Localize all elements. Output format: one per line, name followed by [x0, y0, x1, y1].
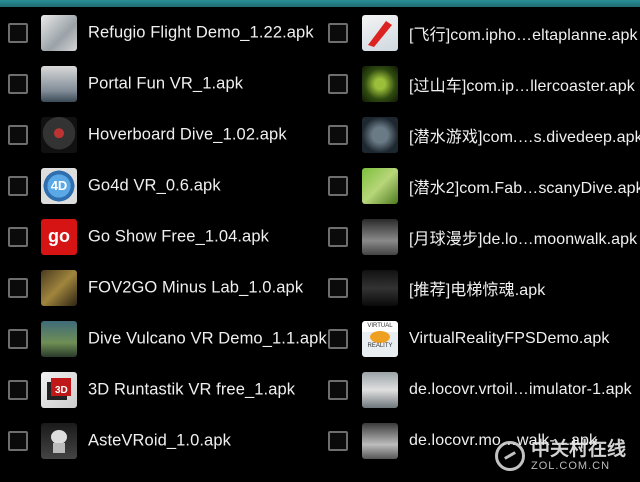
list-item[interactable]: go Go Show Free_1.04.apk — [0, 211, 320, 262]
fov2go-app-icon — [41, 269, 77, 306]
list-item[interactable]: AsteVRoid_1.0.apk — [0, 415, 320, 466]
select-checkbox[interactable] — [8, 379, 28, 400]
vrfps-app-icon: VIRTUAL REALITY — [362, 320, 398, 357]
svg-text:3D: 3D — [55, 385, 68, 396]
list-item[interactable]: [潜水游戏]com.…s.divedeep.apk — [320, 109, 640, 160]
go4d-icon-text: 4D — [50, 178, 68, 193]
moonwalk-app-icon — [362, 218, 398, 255]
list-item[interactable]: Portal Fun VR_1.apk — [0, 58, 320, 109]
watermark-cn: 中关村在线 — [530, 439, 626, 460]
runtastik-app-icon: 3D — [41, 371, 77, 408]
go-show-app-icon: go — [41, 218, 77, 255]
list-item[interactable]: FOV2GO Minus Lab_1.0.apk — [0, 262, 320, 313]
vrfps-glyph-icon — [370, 330, 390, 343]
hoverboard-app-icon — [41, 116, 77, 153]
select-checkbox[interactable] — [328, 226, 348, 247]
apk-filename: [过山车]com.ip…llercoaster.apk — [409, 77, 635, 95]
divedeep-app-icon — [362, 116, 398, 153]
go4d-app-icon: 4D — [41, 167, 77, 204]
apk-filename: Go Show Free_1.04.apk — [88, 227, 269, 245]
apk-filename: 3D Runtastik VR free_1.apk — [88, 380, 296, 398]
zol-watermark: 中关村在线 ZOL.COM.CN — [494, 440, 626, 472]
top-accent-bar — [0, 0, 640, 7]
select-checkbox[interactable] — [8, 124, 28, 145]
select-checkbox[interactable] — [8, 430, 28, 451]
apk-filename: [推荐]电梯惊魂.apk — [409, 281, 546, 299]
select-checkbox[interactable] — [8, 328, 28, 349]
apk-filename: Portal Fun VR_1.apk — [88, 74, 244, 92]
astevroid-app-icon — [41, 422, 77, 459]
watermark-en: ZOL.COM.CN — [530, 460, 611, 472]
list-item[interactable]: [推荐]电梯惊魂.apk — [320, 262, 640, 313]
hang-glider-icon — [368, 20, 392, 47]
go-show-icon-text: go — [48, 226, 70, 246]
select-checkbox[interactable] — [328, 73, 348, 94]
list-item[interactable]: [过山车]com.ip…llercoaster.apk — [320, 58, 640, 109]
apk-filename: [月球漫步]de.lo…moonwalk.apk — [409, 230, 638, 248]
list-item[interactable]: [月球漫步]de.lo…moonwalk.apk — [320, 211, 640, 262]
select-checkbox[interactable] — [8, 22, 28, 43]
select-checkbox[interactable] — [328, 430, 348, 451]
apk-filename: [飞行]com.ipho…eltaplanne.apk — [409, 26, 638, 44]
select-checkbox[interactable] — [328, 328, 348, 349]
list-item[interactable]: VIRTUAL REALITY VirtualRealityFPSDemo.ap… — [320, 313, 640, 364]
select-checkbox[interactable] — [328, 22, 348, 43]
zol-logo-icon — [494, 441, 525, 471]
list-item[interactable]: [飞行]com.ipho…eltaplanne.apk — [320, 7, 640, 58]
select-checkbox[interactable] — [8, 226, 28, 247]
apk-filename: Refugio Flight Demo_1.22.apk — [88, 23, 314, 41]
apk-filename: Go4d VR_0.6.apk — [88, 176, 221, 194]
list-item[interactable]: Hoverboard Dive_1.02.apk — [0, 109, 320, 160]
apk-list-right: [飞行]com.ipho…eltaplanne.apk [过山车]com.ip…… — [320, 7, 640, 482]
apk-filename: Dive Vulcano VR Demo_1.1.apk — [88, 329, 327, 347]
flight-app-icon — [362, 14, 398, 51]
dive-vulcano-app-icon — [41, 320, 77, 357]
apk-filename: AsteVRoid_1.0.apk — [88, 431, 231, 449]
watermark-text: 中关村在线 ZOL.COM.CN — [531, 440, 626, 472]
runtastik-glyph-icon: 3D — [47, 377, 71, 400]
apk-filename: de.locovr.vrtoil…imulator-1.apk — [409, 380, 632, 398]
apk-filename: [潜水2]com.Fab…scanyDive.apk — [409, 179, 640, 197]
portal-fun-app-icon — [41, 65, 77, 102]
apk-filename: FOV2GO Minus Lab_1.0.apk — [88, 278, 304, 296]
list-item[interactable]: Dive Vulcano VR Demo_1.1.apk — [0, 313, 327, 364]
vrfps-icon-top-text: VIRTUAL — [367, 322, 393, 329]
list-item[interactable]: de.locovr.vrtoil…imulator-1.apk — [320, 364, 640, 415]
apk-filename: Hoverboard Dive_1.02.apk — [88, 125, 287, 143]
locovr-app-icon — [362, 422, 398, 459]
select-checkbox[interactable] — [328, 277, 348, 298]
apk-filename: [潜水游戏]com.…s.divedeep.apk — [409, 128, 640, 146]
refugio-app-icon — [41, 14, 77, 51]
select-checkbox[interactable] — [328, 379, 348, 400]
select-checkbox[interactable] — [8, 277, 28, 298]
vrfps-icon-bottom-text: REALITY — [367, 342, 393, 349]
scanydive-app-icon — [362, 167, 398, 204]
list-item[interactable]: 3D 3D Runtastik VR free_1.apk — [0, 364, 320, 415]
select-checkbox[interactable] — [328, 124, 348, 145]
select-checkbox[interactable] — [328, 175, 348, 196]
list-item[interactable]: 4D Go4d VR_0.6.apk — [0, 160, 320, 211]
list-item[interactable]: Refugio Flight Demo_1.22.apk — [0, 7, 320, 58]
select-checkbox[interactable] — [8, 175, 28, 196]
apk-filename: VirtualRealityFPSDemo.apk — [409, 329, 610, 347]
apk-list-left: Refugio Flight Demo_1.22.apk Portal Fun … — [0, 7, 327, 482]
list-item[interactable]: [潜水2]com.Fab…scanyDive.apk — [320, 160, 640, 211]
elevator-app-icon — [362, 269, 398, 306]
select-checkbox[interactable] — [8, 73, 28, 94]
rollercoaster-app-icon — [362, 65, 398, 102]
toilet-sim-app-icon — [362, 371, 398, 408]
astevroid-glyph-icon — [51, 429, 67, 453]
